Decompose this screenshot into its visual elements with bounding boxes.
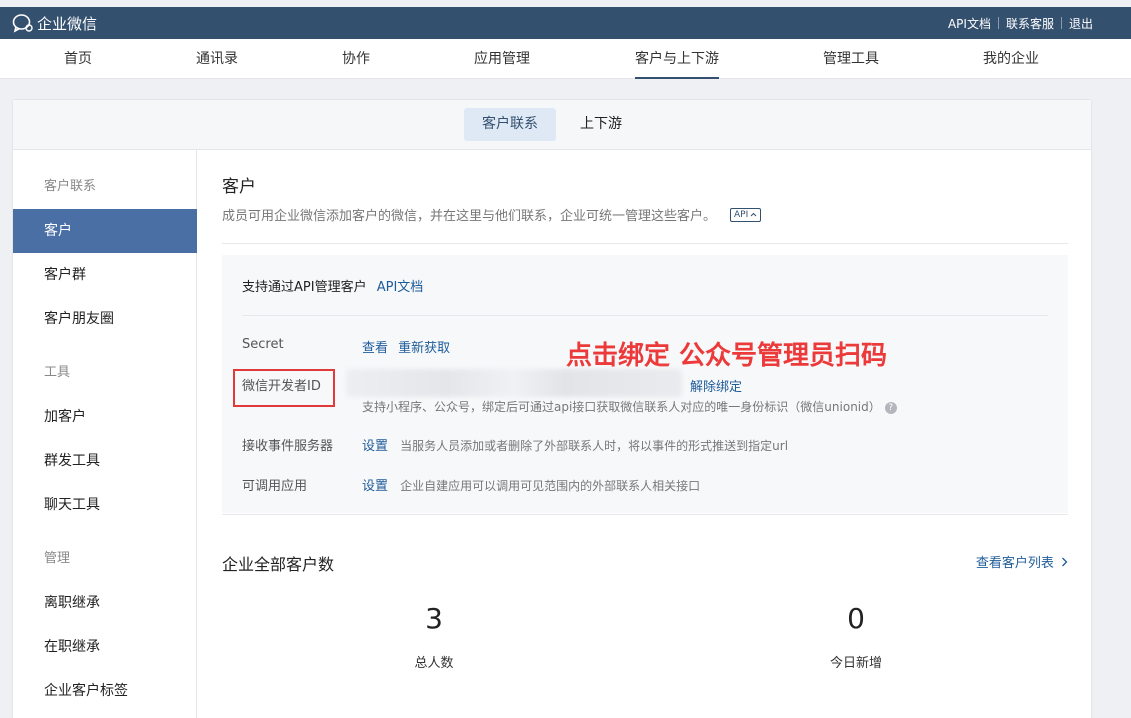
sidebar-group-tools: 工具 bbox=[44, 365, 71, 380]
page-title: 客户 bbox=[222, 177, 256, 197]
callable-apps-label: 可调用应用 bbox=[242, 479, 308, 494]
developer-id-hint-text: 支持小程序、公众号，绑定后可通过api接口获取微信联系人对应的唯一身份标识（微信… bbox=[362, 400, 881, 414]
sidebar-item-mass-messaging[interactable]: 群发工具 bbox=[13, 439, 197, 483]
tab-customer-contact[interactable]: 客户联系 bbox=[464, 108, 556, 141]
event-server-settings-link[interactable]: 设置 bbox=[362, 439, 388, 454]
sidebar-group-management: 管理 bbox=[44, 551, 71, 566]
divider bbox=[222, 514, 1068, 515]
sub-tabs: 客户联系 上下游 bbox=[13, 100, 1091, 150]
page-description: 成员可用企业微信添加客户的微信，并在这里与他们联系，企业可统一管理这些客户。 A… bbox=[222, 205, 762, 224]
contact-support-link[interactable]: 联系客服 bbox=[1006, 15, 1054, 32]
top-header: 企业微信 API文档 联系客服 退出 bbox=[0, 7, 1131, 39]
event-server-label: 接收事件服务器 bbox=[242, 439, 334, 454]
nav-admin-tools[interactable]: 管理工具 bbox=[823, 39, 879, 79]
api-support-text: 支持通过API管理客户 bbox=[242, 280, 367, 295]
logout-link[interactable]: 退出 bbox=[1069, 15, 1093, 32]
sidebar-group-customer-contact: 客户联系 bbox=[44, 179, 97, 194]
sidebar-item-moments[interactable]: 客户朋友圈 bbox=[13, 297, 197, 341]
divider bbox=[222, 243, 1068, 244]
annotation-highlight-box bbox=[233, 369, 335, 407]
tab-upstream-downstream[interactable]: 上下游 bbox=[568, 108, 634, 141]
developer-id-value-redacted bbox=[346, 369, 682, 397]
refresh-secret-link[interactable]: 重新获取 bbox=[398, 341, 450, 356]
help-icon[interactable]: ? bbox=[884, 401, 897, 414]
divider bbox=[1060, 17, 1062, 29]
view-customer-list-link[interactable]: 查看客户列表 bbox=[976, 552, 1068, 571]
sidebar-item-chat-tools[interactable]: 聊天工具 bbox=[13, 483, 197, 527]
event-server-row: 设置 当服务人员添加或者删除了外部联系人时，将以事件的形式推送到指定url bbox=[362, 435, 788, 454]
nav-contacts[interactable]: 通讯录 bbox=[196, 39, 238, 79]
today-new-label: 今日新增 bbox=[829, 656, 883, 671]
total-count: 3 bbox=[425, 602, 443, 635]
view-customer-list-label: 查看客户列表 bbox=[975, 556, 1054, 571]
app-logo[interactable]: 企业微信 bbox=[12, 13, 97, 34]
content-area: 客户 成员可用企业微信添加客户的微信，并在这里与他们联系，企业可统一管理这些客户… bbox=[198, 150, 1092, 718]
header-links: API文档 联系客服 退出 bbox=[948, 15, 1093, 32]
secret-label: Secret bbox=[242, 337, 284, 352]
api-docs-link[interactable]: API文档 bbox=[948, 15, 991, 32]
sidebar-item-customer-groups[interactable]: 客户群 bbox=[13, 253, 197, 297]
app-name: 企业微信 bbox=[37, 14, 98, 33]
sidebar-item-customer-tags[interactable]: 企业客户标签 bbox=[13, 669, 197, 713]
nav-customers[interactable]: 客户与上下游 bbox=[635, 39, 719, 79]
unbind-link[interactable]: 解除绑定 bbox=[690, 376, 742, 395]
description-text: 成员可用企业微信添加客户的微信，并在这里与他们联系，企业可统一管理这些客户。 bbox=[222, 209, 717, 224]
chevron-up-icon bbox=[750, 212, 757, 217]
total-customers-title: 企业全部客户数 bbox=[222, 555, 335, 574]
divider bbox=[997, 17, 999, 29]
api-doc-link[interactable]: API文档 bbox=[377, 280, 424, 295]
sidebar-item-customers[interactable]: 客户 bbox=[13, 209, 197, 253]
total-count-label: 总人数 bbox=[414, 656, 454, 671]
nav-app-management[interactable]: 应用管理 bbox=[474, 39, 530, 79]
divider bbox=[242, 315, 1048, 316]
wecom-logo-icon bbox=[12, 14, 33, 33]
callable-apps-row: 设置 企业自建应用可以调用可见范围内的外部联系人相关接口 bbox=[362, 475, 700, 494]
api-settings-box: 支持通过API管理客户 API文档 Secret 查看 重新获取 点击绑定 公众… bbox=[222, 255, 1068, 513]
callable-apps-hint: 企业自建应用可以调用可见范围内的外部联系人相关接口 bbox=[400, 479, 701, 493]
main-panel: 客户联系 上下游 客户联系 客户 客户群 客户朋友圈 工具 加客户 群发工具 聊… bbox=[12, 99, 1092, 718]
sidebar: 客户联系 客户 客户群 客户朋友圈 工具 加客户 群发工具 聊天工具 管理 离职… bbox=[13, 150, 197, 718]
api-support-row: 支持通过API管理客户 API文档 bbox=[242, 276, 423, 295]
main-nav: 首页 通讯录 协作 应用管理 客户与上下游 管理工具 我的企业 bbox=[0, 39, 1131, 79]
chevron-right-icon bbox=[1062, 557, 1068, 567]
view-secret-link[interactable]: 查看 bbox=[362, 341, 388, 356]
sidebar-item-add-customers[interactable]: 加客户 bbox=[13, 395, 197, 439]
callable-apps-settings-link[interactable]: 设置 bbox=[362, 479, 388, 494]
api-tag[interactable]: API bbox=[730, 207, 762, 222]
annotation-text: 点击绑定 公众号管理员扫码 bbox=[566, 341, 888, 371]
event-server-hint: 当服务人员添加或者删除了外部联系人时，将以事件的形式推送到指定url bbox=[400, 439, 789, 453]
secret-actions: 查看 重新获取 bbox=[362, 337, 450, 356]
nav-my-enterprise[interactable]: 我的企业 bbox=[983, 39, 1039, 79]
sidebar-item-resigned-transfer[interactable]: 离职继承 bbox=[13, 581, 197, 625]
today-new-count: 0 bbox=[847, 602, 865, 635]
nav-collaboration[interactable]: 协作 bbox=[342, 39, 370, 79]
api-tag-label: API bbox=[734, 209, 749, 220]
nav-home[interactable]: 首页 bbox=[64, 39, 92, 79]
developer-id-hint: 支持小程序、公众号，绑定后可通过api接口获取微信联系人对应的唯一身份标识（微信… bbox=[362, 398, 897, 415]
sidebar-item-active-transfer[interactable]: 在职继承 bbox=[13, 625, 197, 669]
